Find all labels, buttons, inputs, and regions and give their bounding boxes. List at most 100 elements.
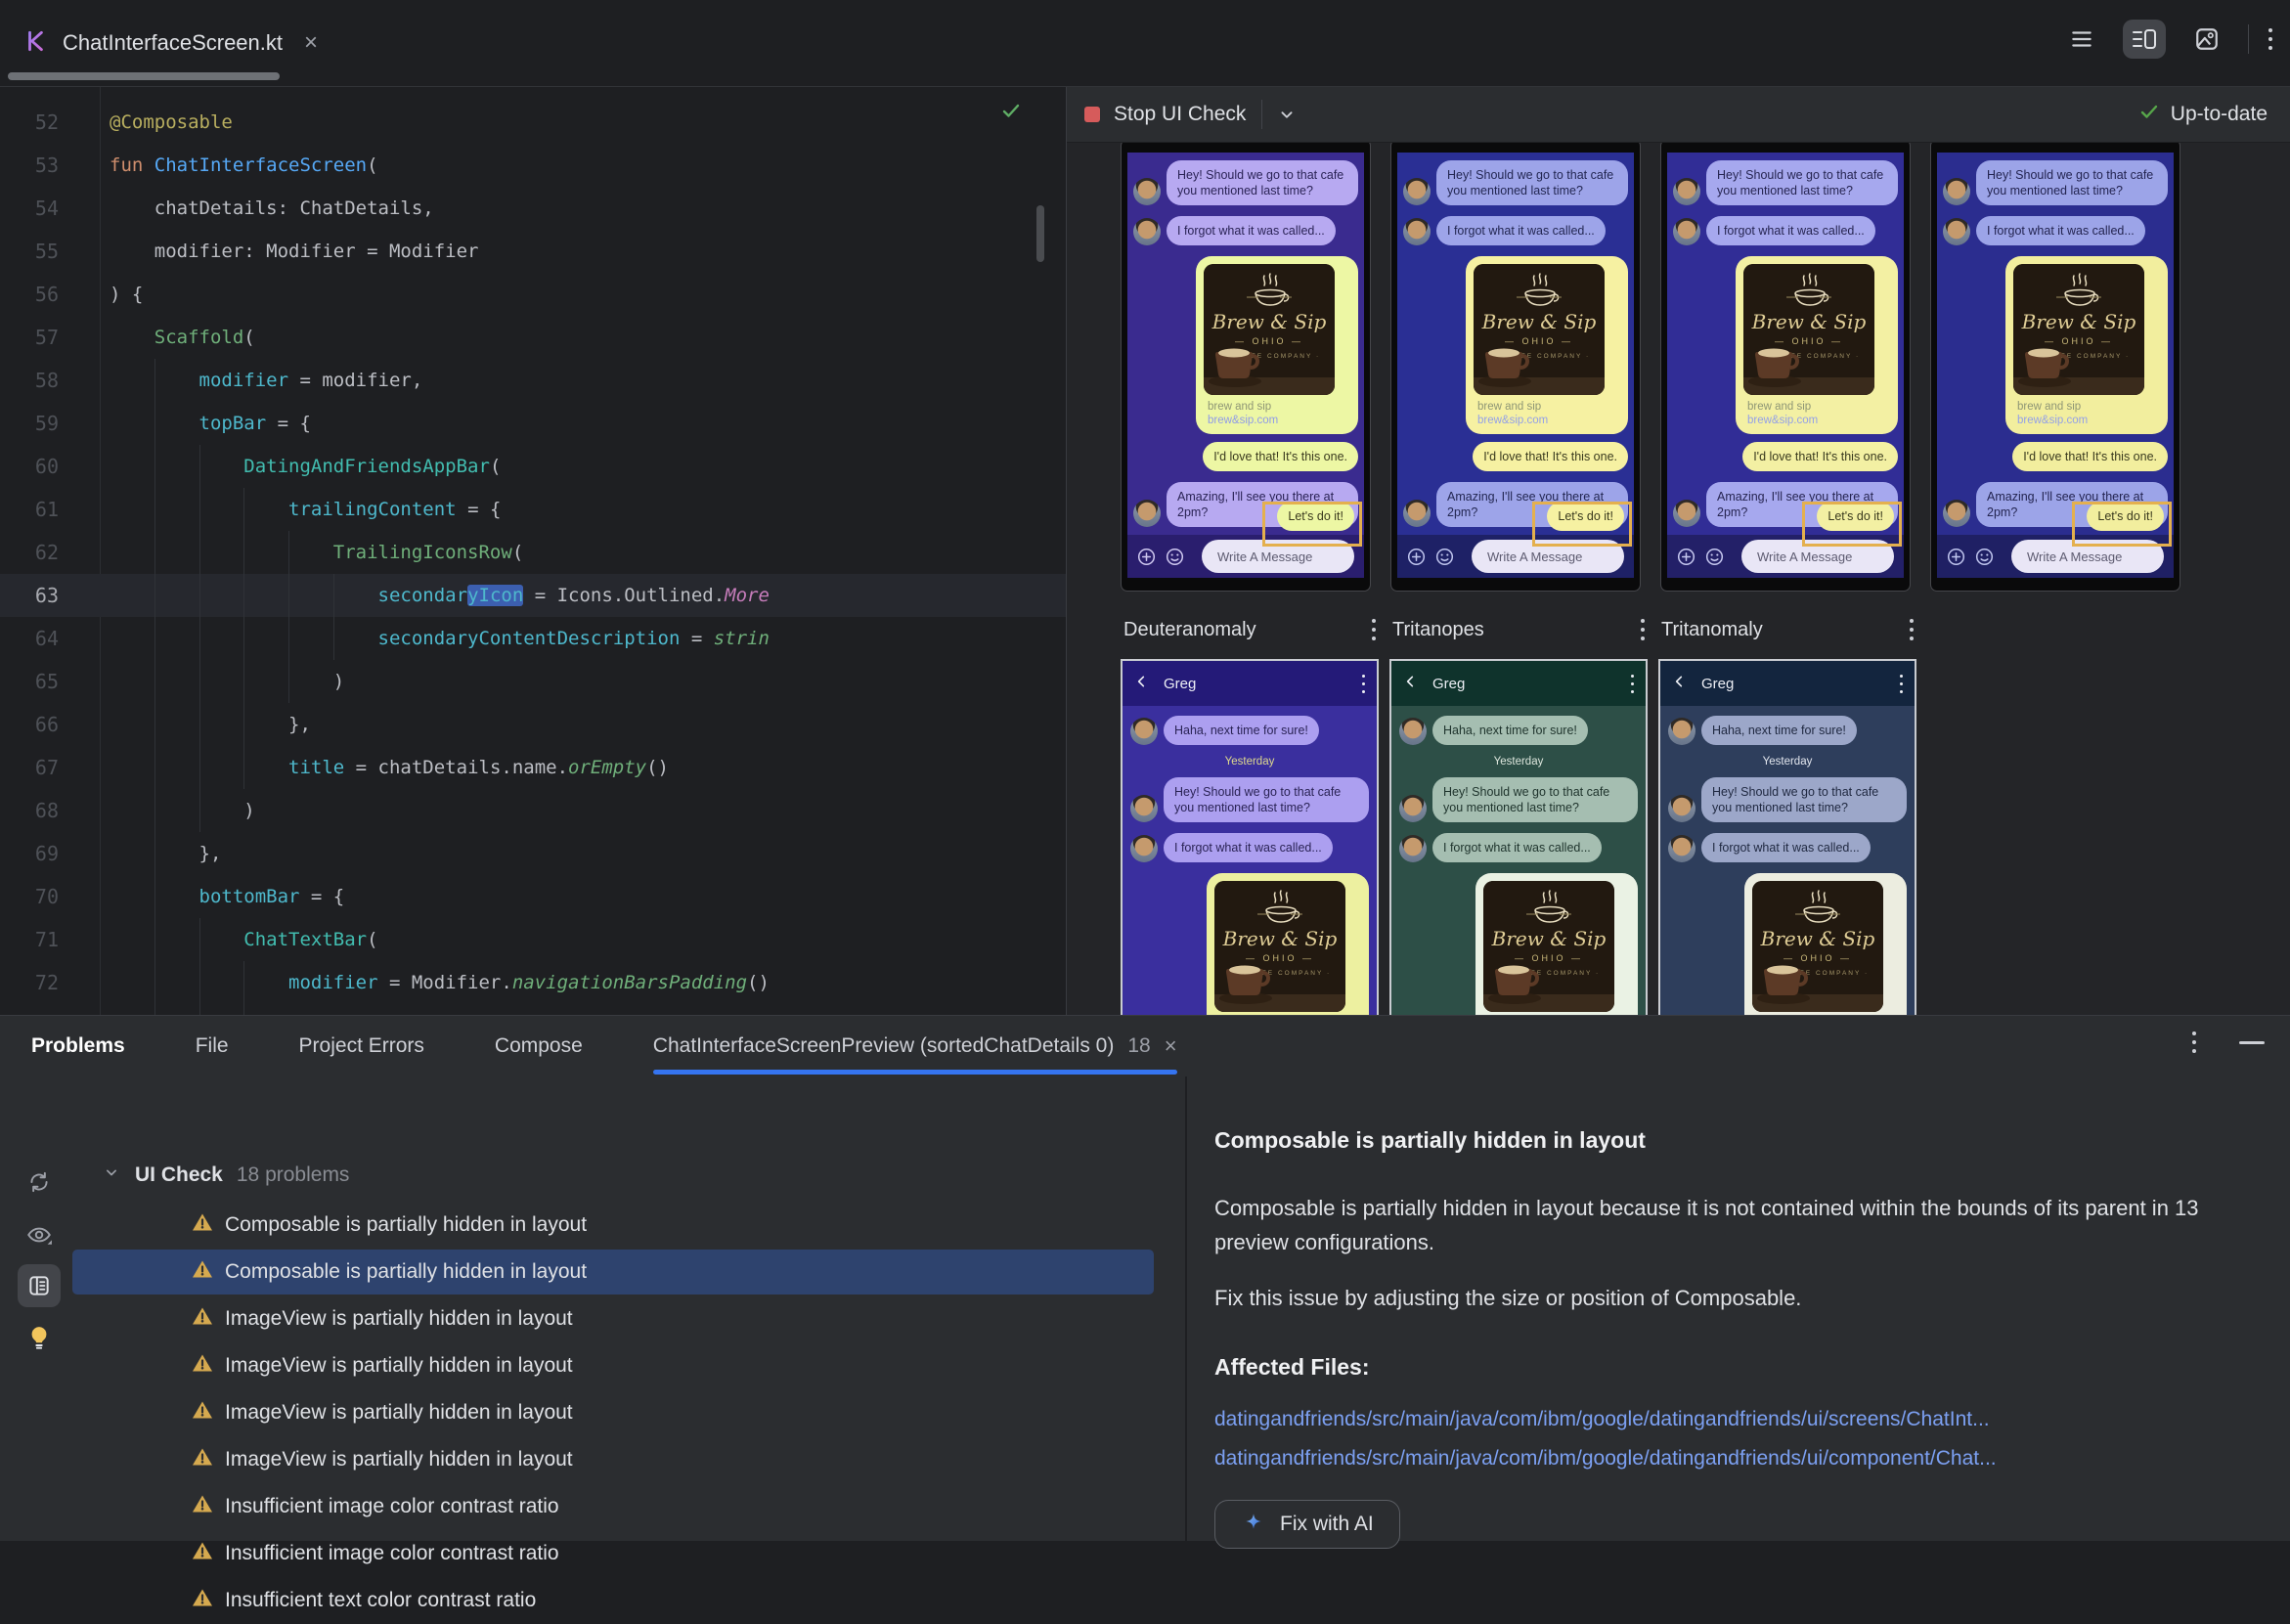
tab-project-errors[interactable]: Project Errors (299, 1034, 424, 1058)
chevron-down-icon[interactable] (1276, 104, 1298, 125)
code-line[interactable]: 70 bottomBar = { (0, 875, 1066, 918)
close-tab-icon[interactable]: × (304, 29, 318, 57)
preview-options-kebab-icon[interactable] (1372, 619, 1376, 640)
color-blind-preview-phone[interactable]: Hey! Should we go to that cafe you menti… (1121, 143, 1371, 592)
line-number[interactable]: 57 (0, 326, 59, 349)
color-blind-preview-phone[interactable]: Greg Haha, next time for sure! Yesterday He… (1658, 659, 1916, 1015)
emoji-icon[interactable] (1166, 548, 1184, 566)
close-tab-icon[interactable]: × (1165, 1033, 1177, 1059)
preview-options-kebab-icon[interactable] (1641, 619, 1645, 640)
card-link[interactable]: brew&sip.com (1204, 415, 1350, 426)
fix-with-ai-button[interactable]: Fix with AI (1214, 1500, 1400, 1549)
emoji-icon[interactable] (1975, 548, 1994, 566)
color-blind-preview-phone[interactable]: Hey! Should we go to that cafe you menti… (1390, 143, 1641, 592)
code-line[interactable]: 59 topBar = { (0, 402, 1066, 445)
code-line[interactable]: 72 modifier = Modifier.navigationBarsPad… (0, 961, 1066, 1004)
problem-item[interactable]: ImageView is partially hidden in layout (0, 1436, 1185, 1483)
code-line[interactable]: 71 ChatTextBar( (0, 918, 1066, 961)
line-number[interactable]: 64 (0, 627, 59, 650)
code-view-icon[interactable] (2060, 20, 2103, 59)
affected-file-link[interactable]: datingandfriends/src/main/java/com/ibm/g… (1214, 1447, 2270, 1470)
tab-file[interactable]: File (196, 1034, 229, 1058)
code-line[interactable]: 66 }, (0, 703, 1066, 746)
color-blind-preview-phone[interactable]: Hey! Should we go to that cafe you menti… (1660, 143, 1911, 592)
line-number[interactable]: 52 (0, 110, 59, 134)
code-line[interactable]: 69 }, (0, 832, 1066, 875)
code-line[interactable]: 62 TrailingIconsRow( (0, 531, 1066, 574)
line-number[interactable]: 55 (0, 240, 59, 263)
code-line[interactable]: 57 Scaffold( (0, 316, 1066, 359)
code-line[interactable]: 54 chatDetails: ChatDetails, (0, 187, 1066, 230)
design-view-icon[interactable] (2185, 20, 2228, 59)
chevron-down-icon[interactable] (102, 1163, 121, 1187)
card-link[interactable]: brew&sip.com (2013, 415, 2160, 426)
chat-options-kebab-icon[interactable] (1900, 674, 1903, 693)
code-line[interactable]: 55 modifier: Modifier = Modifier (0, 230, 1066, 273)
affected-file-link[interactable]: datingandfriends/src/main/java/com/ibm/g… (1214, 1408, 2270, 1431)
minimize-panel-icon[interactable] (2239, 1040, 2265, 1044)
code-line[interactable]: 65 ) (0, 660, 1066, 703)
problem-item[interactable]: ImageView is partially hidden in layout (0, 1389, 1185, 1436)
problem-item[interactable]: ImageView is partially hidden in layout (0, 1295, 1185, 1342)
code-line[interactable]: 60 DatingAndFriendsAppBar( (0, 445, 1066, 488)
back-icon[interactable] (1403, 674, 1419, 694)
tab-compose[interactable]: Compose (495, 1034, 583, 1058)
chat-options-kebab-icon[interactable] (1362, 674, 1365, 693)
chat-options-kebab-icon[interactable] (1631, 674, 1634, 693)
line-number[interactable]: 63 (0, 584, 59, 607)
line-number[interactable]: 67 (0, 756, 59, 779)
code-line[interactable]: 58 modifier = modifier, (0, 359, 1066, 402)
code-line[interactable]: 73 onAddClick = {} (0, 1004, 1066, 1015)
back-icon[interactable] (1672, 674, 1688, 694)
stop-ui-check-button[interactable]: Stop UI Check (1084, 103, 1246, 126)
line-number[interactable]: 66 (0, 713, 59, 736)
add-attachment-icon[interactable] (1947, 548, 1965, 566)
add-attachment-icon[interactable] (1137, 548, 1156, 566)
problem-item[interactable]: Insufficient text color contrast ratio (0, 1577, 1185, 1624)
line-number[interactable]: 65 (0, 670, 59, 693)
code-line[interactable]: 53 fun ChatInterfaceScreen( (0, 144, 1066, 187)
line-number[interactable]: 54 (0, 197, 59, 220)
file-tab[interactable]: ChatInterfaceScreen.kt × (14, 14, 328, 72)
code-line[interactable]: 56) { (0, 273, 1066, 316)
card-link[interactable]: brew&sip.com (1474, 415, 1620, 426)
code-editor[interactable]: 52 @Composable 53 fun ChatInterfaceScreen(5… (0, 87, 1066, 1015)
problem-item[interactable]: ImageView is partially hidden in layout (0, 1342, 1185, 1389)
split-view-icon[interactable] (2123, 20, 2166, 59)
line-number[interactable]: 71 (0, 928, 59, 951)
inspections-ok-icon[interactable] (999, 99, 1023, 127)
preview-options-kebab-icon[interactable] (1910, 619, 1914, 640)
problem-item[interactable]: Insufficient image color contrast ratio (0, 1530, 1185, 1577)
color-blind-preview-phone[interactable]: Hey! Should we go to that cafe you menti… (1930, 143, 2180, 592)
refresh-icon[interactable] (18, 1161, 61, 1204)
add-attachment-icon[interactable] (1407, 548, 1426, 566)
add-attachment-icon[interactable] (1677, 548, 1695, 566)
emoji-icon[interactable] (1705, 548, 1724, 566)
line-number[interactable]: 70 (0, 885, 59, 908)
back-icon[interactable] (1134, 674, 1150, 694)
code-line[interactable]: 68 ) (0, 789, 1066, 832)
problem-item[interactable]: Composable is partially hidden in layout (0, 1249, 1185, 1295)
tab-chatinterfacescreenpreview-sortedchatdetails-0-[interactable]: ChatInterfaceScreenPreview (sortedChatDe… (653, 1033, 1177, 1059)
code-line[interactable]: 61 trailingContent = { (0, 488, 1066, 531)
code-line[interactable]: 64 secondaryContentDescription = strin (0, 617, 1066, 660)
line-number[interactable]: 69 (0, 842, 59, 865)
card-link[interactable]: brew&sip.com (1743, 415, 1890, 426)
editor-scrollbar-thumb[interactable] (1036, 205, 1044, 262)
problem-item[interactable]: Insufficient image color contrast ratio (0, 1483, 1185, 1530)
line-number[interactable]: 68 (0, 799, 59, 822)
code-line[interactable]: 52 @Composable (0, 101, 1066, 144)
line-number[interactable]: 56 (0, 283, 59, 306)
tab-problems[interactable]: Problems (31, 1034, 125, 1058)
color-blind-preview-phone[interactable]: Greg Haha, next time for sure! Yesterday He… (1121, 659, 1379, 1015)
color-blind-preview-phone[interactable]: Greg Haha, next time for sure! Yesterday He… (1389, 659, 1648, 1015)
code-line[interactable]: 63 secondaryIcon = Icons.Outlined.More (0, 574, 1066, 617)
panel-options-kebab-icon[interactable] (2192, 1031, 2196, 1053)
ui-check-group-label[interactable]: UI Check (135, 1163, 223, 1187)
more-kebab-icon[interactable] (2268, 28, 2272, 50)
code-line[interactable]: 67 title = chatDetails.name.orEmpty() (0, 746, 1066, 789)
line-number[interactable]: 53 (0, 154, 59, 177)
problem-item[interactable]: Composable is partially hidden in layout (0, 1202, 1185, 1249)
line-number[interactable]: 58 (0, 369, 59, 392)
line-number[interactable]: 59 (0, 412, 59, 435)
